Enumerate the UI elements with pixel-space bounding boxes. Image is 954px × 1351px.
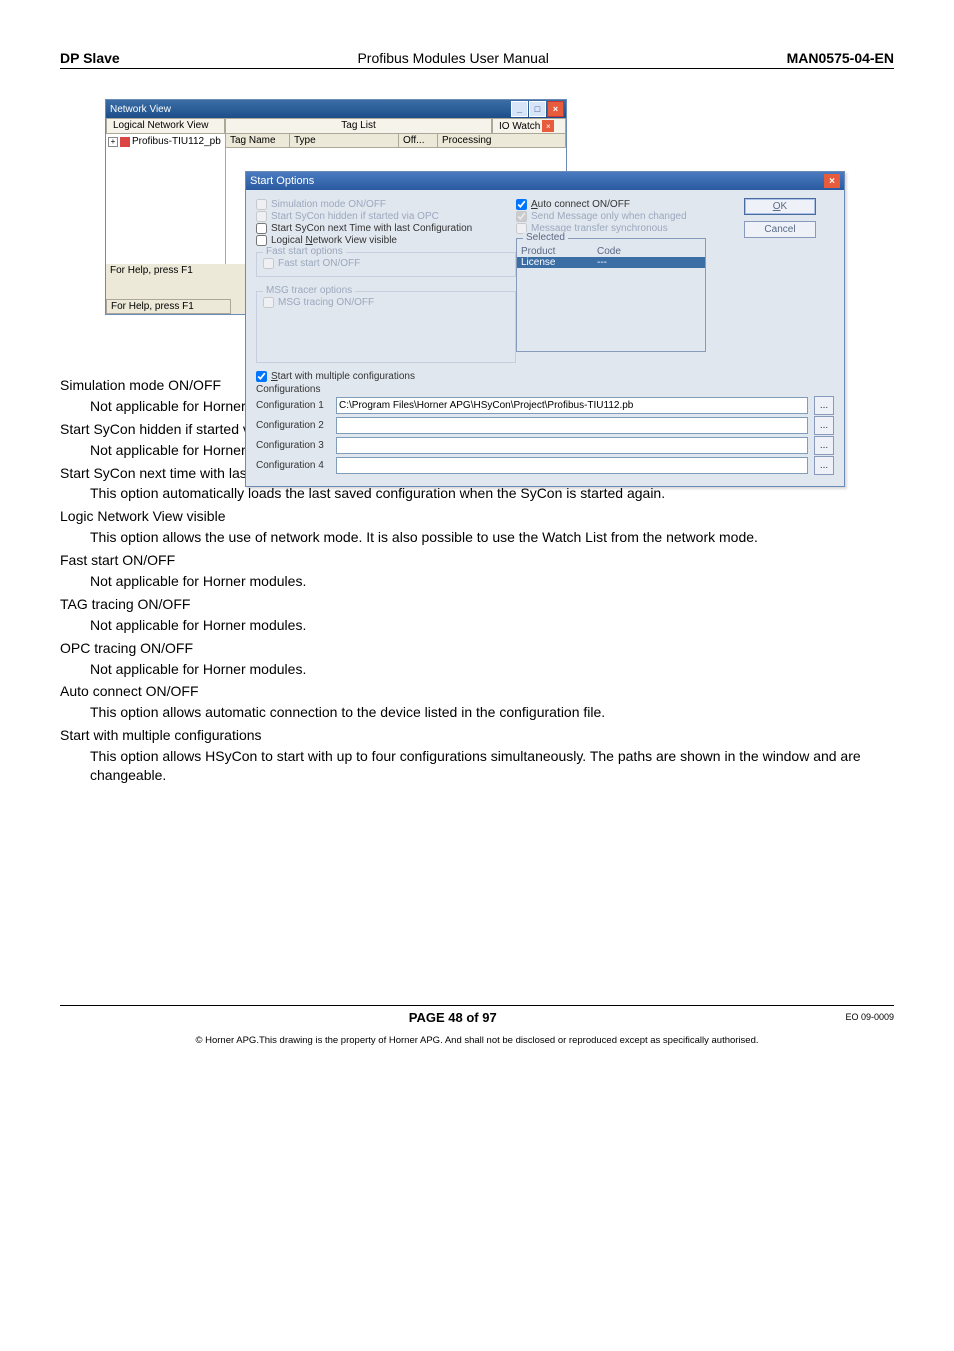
header-left: DP Slave bbox=[60, 50, 120, 66]
header-center: Profibus Modules User Manual bbox=[357, 50, 548, 66]
cancel-button[interactable]: Cancel bbox=[744, 221, 816, 238]
chk-last-config[interactable]: Start SyCon next Time with last Configur… bbox=[256, 223, 516, 234]
tab-io-watch[interactable]: IO Watch × bbox=[492, 118, 566, 133]
chk-start-multiple[interactable]: Start with multiple configurations bbox=[256, 371, 834, 382]
header-right: MAN0575-04-EN bbox=[787, 50, 894, 66]
copyright: © Horner APG.This drawing is the propert… bbox=[60, 1035, 894, 1046]
page-footer: PAGE 48 of 97 EO 09-0009 bbox=[60, 1006, 894, 1025]
status-bar-2: For Help, press F1 bbox=[106, 299, 231, 314]
tab-io-watch-label: IO Watch bbox=[499, 121, 540, 132]
dialog-titlebar[interactable]: Start Options × bbox=[246, 172, 844, 190]
config-heading: Configurations bbox=[256, 384, 834, 395]
conf1-input[interactable] bbox=[336, 397, 808, 414]
conf2-input[interactable] bbox=[336, 417, 808, 434]
tab-close-icon[interactable]: × bbox=[542, 120, 554, 132]
chk-msg-tracing: MSG tracing ON/OFF bbox=[263, 297, 509, 308]
page-header: DP Slave Profibus Modules User Manual MA… bbox=[60, 50, 894, 69]
selected-row[interactable]: License --- bbox=[517, 257, 705, 268]
tab-tag-list[interactable]: Tag List bbox=[225, 118, 492, 133]
device-icon bbox=[120, 137, 130, 147]
conf1-browse-button[interactable]: ... bbox=[814, 396, 834, 415]
col-off[interactable]: Off... bbox=[399, 134, 438, 147]
dialog-title: Start Options bbox=[250, 175, 314, 187]
term-fast: Fast start ON/OFF bbox=[60, 551, 894, 570]
term-logic-view: Logic Network View visible bbox=[60, 507, 894, 526]
taglist-header: Tag Name Type Off... Processing bbox=[226, 134, 566, 148]
chk-auto-connect[interactable]: Auto connect ON/OFF bbox=[516, 199, 706, 210]
screenshot: Network View _ □ × Logical Network View … bbox=[105, 99, 845, 315]
start-options-dialog: Start Options × Simulation mode ON/OFF S… bbox=[245, 171, 845, 487]
col-product: Product bbox=[517, 246, 597, 257]
col-type[interactable]: Type bbox=[290, 134, 399, 147]
conf3-browse-button[interactable]: ... bbox=[814, 436, 834, 455]
chk-send-changed: Send Message only when changed bbox=[516, 211, 706, 222]
term-opc: OPC tracing ON/OFF bbox=[60, 639, 894, 658]
close-icon[interactable]: × bbox=[547, 101, 564, 117]
conf-row-4: Configuration 4 ... bbox=[256, 456, 834, 475]
ok-button[interactable]: OK bbox=[744, 198, 816, 215]
col-processing[interactable]: Processing bbox=[438, 134, 566, 147]
tree-item-profibus[interactable]: + Profibus-TIU112_pb bbox=[108, 136, 223, 147]
msg-tracer-group: MSG tracer options MSG tracing ON/OFF bbox=[256, 291, 516, 363]
conf-row-2: Configuration 2 ... bbox=[256, 416, 834, 435]
nv-titlebar[interactable]: Network View _ □ × bbox=[106, 100, 566, 118]
term-auto: Auto connect ON/OFF bbox=[60, 682, 894, 701]
expand-icon[interactable]: + bbox=[108, 137, 118, 147]
dialog-close-icon[interactable]: × bbox=[824, 174, 840, 188]
desc-logic-view: This option allows the use of network mo… bbox=[90, 528, 894, 547]
col-tagname[interactable]: Tag Name bbox=[226, 134, 290, 147]
fast-start-group: Fast start options Fast start ON/OFF bbox=[256, 252, 516, 277]
eo-number: EO 09-0009 bbox=[845, 1012, 894, 1022]
minimize-icon[interactable]: _ bbox=[511, 101, 528, 117]
conf-row-3: Configuration 3 ... bbox=[256, 436, 834, 455]
tab-logical-network-view[interactable]: Logical Network View bbox=[106, 118, 225, 133]
desc-auto: This option allows automatic connection … bbox=[90, 703, 894, 722]
conf-row-1: Configuration 1 ... bbox=[256, 396, 834, 415]
term-multi: Start with multiple configurations bbox=[60, 726, 894, 745]
desc-multi: This option allows HSyCon to start with … bbox=[90, 747, 894, 785]
page-number: PAGE 48 of 97 bbox=[409, 1010, 497, 1025]
chk-opc-hidden[interactable]: Start SyCon hidden if started via OPC bbox=[256, 211, 516, 222]
conf4-input[interactable] bbox=[336, 457, 808, 474]
selected-group: Selected Product Code License --- bbox=[516, 238, 706, 352]
tree-item-label: Profibus-TIU112_pb bbox=[132, 136, 221, 147]
term-tag: TAG tracing ON/OFF bbox=[60, 595, 894, 614]
conf2-browse-button[interactable]: ... bbox=[814, 416, 834, 435]
maximize-icon[interactable]: □ bbox=[529, 101, 546, 117]
conf4-browse-button[interactable]: ... bbox=[814, 456, 834, 475]
chk-logic-view[interactable]: Logical Network View visible bbox=[256, 235, 516, 246]
col-code: Code bbox=[597, 246, 621, 257]
chk-fast-start: Fast start ON/OFF bbox=[263, 258, 509, 269]
desc-opc: Not applicable for Horner modules. bbox=[90, 660, 894, 679]
nv-title-text: Network View bbox=[110, 104, 171, 115]
desc-fast: Not applicable for Horner modules. bbox=[90, 572, 894, 591]
desc-tag: Not applicable for Horner modules. bbox=[90, 616, 894, 635]
desc-last-conf: This option automatically loads the last… bbox=[90, 484, 894, 503]
chk-simulation[interactable]: Simulation mode ON/OFF bbox=[256, 199, 516, 210]
conf3-input[interactable] bbox=[336, 437, 808, 454]
